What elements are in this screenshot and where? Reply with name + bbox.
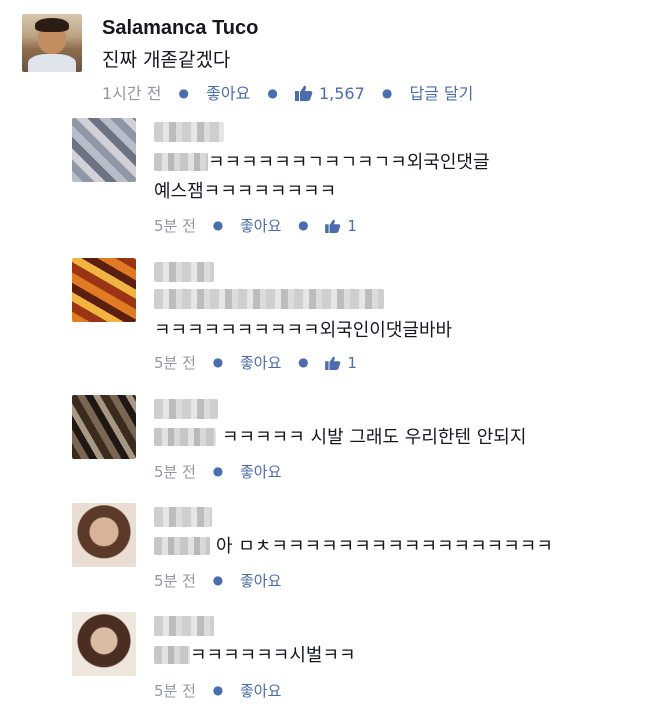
post-meta: 1시간 전 ● 좋아요 ● 1,567 ● 답글 달기 [102,80,473,104]
blurred-text [154,153,208,171]
comment: 아 ㅁㅊㅋㅋㅋㅋㅋㅋㅋㅋㅋㅋㅋㅋㅋㅋㅋㅋㅋ 5분 전 ● 좋아요 [72,503,632,598]
author-avatar[interactable] [22,14,82,72]
commenter-avatar[interactable] [72,612,136,676]
post-time[interactable]: 1시간 전 [102,84,161,103]
main-post: Salamanca Tuco 진짜 개졷같겠다 1시간 전 ● 좋아요 ● 1,… [22,14,622,109]
like-link[interactable]: 좋아요 [240,354,281,372]
comment: ㅋㅋㅋㅋㅋ 시발 그래도 우리한텐 안되지 5분 전 ● 좋아요 [72,395,632,490]
comment-time[interactable]: 5분 전 [154,572,196,590]
blurred-commenter-name [154,507,212,527]
separator-dot: ● [267,86,278,100]
comment-meta: 5분 전 ● 좋아요 [154,461,281,482]
author-name[interactable]: Salamanca Tuco [102,17,258,40]
blurred-commenter-name [154,122,224,142]
comment-time[interactable]: 5분 전 [154,682,196,700]
comment-time[interactable]: 5분 전 [154,217,196,235]
like-link[interactable]: 좋아요 [240,463,281,481]
commenter-avatar[interactable] [72,395,136,459]
like-count[interactable]: 1 [347,217,357,235]
separator-dot: ● [298,355,309,369]
comment-time[interactable]: 5분 전 [154,354,196,372]
like-link[interactable]: 좋아요 [240,572,281,590]
comment-text: ㅋㅋㅋㅋㅋㅋㄱㅋㄱㅋㄱㅋ외국인댓글 예스잼ㅋㅋㅋㅋㅋㅋㅋㅋ [154,152,490,202]
comment-text: ㅋㅋㅋㅋㅋ 시발 그래도 우리한텐 안되지 [154,423,526,452]
like-count[interactable]: 1,567 [319,84,365,103]
comment-meta: 5분 전 ● 좋아요 ● 1 [154,352,357,373]
thumbs-up-icon [294,85,313,101]
blurred-text [154,428,216,446]
separator-dot: ● [178,86,190,100]
post-text: 진짜 개졷같겠다 [102,49,231,71]
reply-link[interactable]: 답글 달기 [409,84,473,103]
blurred-commenter-name [154,399,218,419]
commenter-avatar[interactable] [72,503,136,567]
separator-dot: ● [212,218,224,232]
comment: ㅋㅋㅋㅋㅋㅋ시벌ㅋㅋ 5분 전 ● 좋아요 [72,612,632,707]
thumbs-up-icon [325,356,341,370]
blurred-text [154,646,190,664]
comment: ㅋㅋㅋㅋㅋㅋㅋㅋㅋㅋ외국인이댓글바바 5분 전 ● 좋아요 ● 1 [72,258,632,378]
separator-dot: ● [298,218,309,232]
blurred-commenter-name [154,616,214,636]
comment-meta: 5분 전 ● 좋아요 ● 1 [154,215,357,236]
blurred-text [154,537,210,555]
comment-meta: 5분 전 ● 좋아요 [154,680,281,701]
separator-dot: ● [212,464,224,478]
comment-meta: 5분 전 ● 좋아요 [154,570,281,591]
commenter-avatar[interactable] [72,258,136,322]
blurred-commenter-text [154,289,384,309]
separator-dot: ● [212,683,224,697]
comment: ㅋㅋㅋㅋㅋㅋㄱㅋㄱㅋㄱㅋ외국인댓글 예스잼ㅋㅋㅋㅋㅋㅋㅋㅋ 5분 전 ● 좋아요… [72,118,632,238]
separator-dot: ● [212,355,224,369]
like-link[interactable]: 좋아요 [240,217,281,235]
like-link[interactable]: 좋아요 [240,682,281,700]
comment-time[interactable]: 5분 전 [154,463,196,481]
comment-text: 아 ㅁㅊㅋㅋㅋㅋㅋㅋㅋㅋㅋㅋㅋㅋㅋㅋㅋㅋㅋ [154,532,553,561]
comment-text: ㅋㅋㅋㅋㅋㅋㅋㅋㅋㅋ외국인이댓글바바 [154,320,453,341]
separator-dot: ● [381,86,393,100]
like-count[interactable]: 1 [347,354,357,372]
thumbs-up-icon [325,219,341,233]
commenter-avatar[interactable] [72,118,136,182]
comment-text: ㅋㅋㅋㅋㅋㅋ시벌ㅋㅋ [154,641,356,670]
like-link[interactable]: 좋아요 [206,84,250,103]
blurred-commenter-name [154,262,214,282]
separator-dot: ● [212,573,224,587]
